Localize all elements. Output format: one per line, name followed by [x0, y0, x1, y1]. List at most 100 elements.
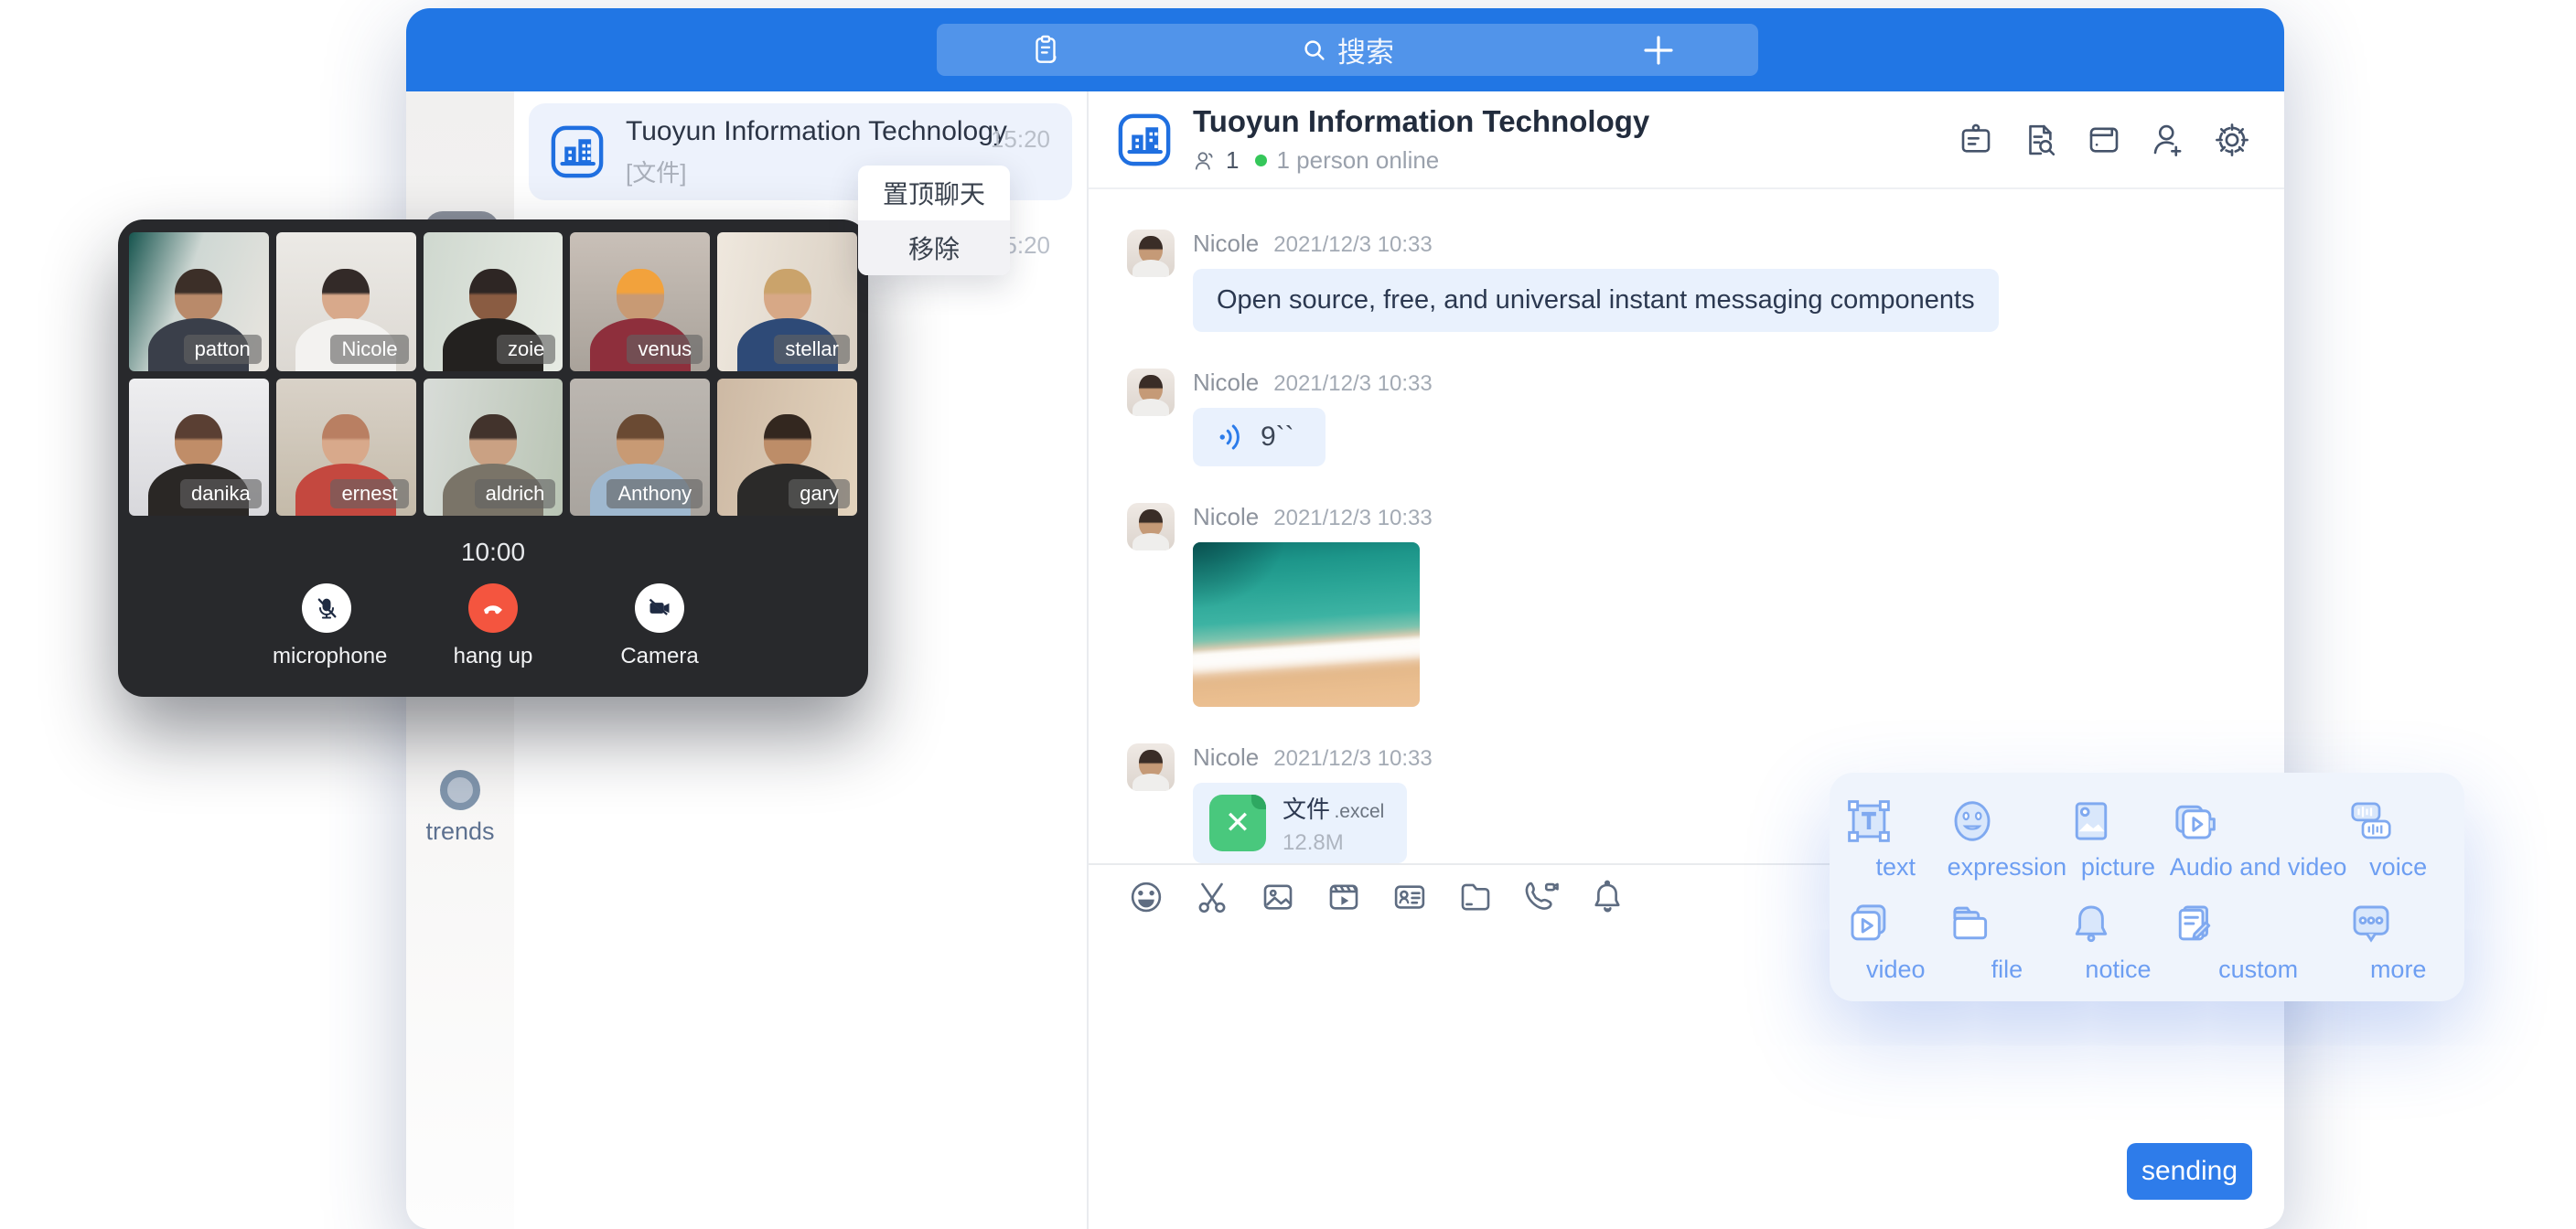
conversation-title: Tuoyun Information Technology — [626, 116, 1007, 147]
online-status: 1 person online — [1276, 146, 1439, 175]
file-extension: .excel — [1334, 801, 1384, 822]
group-file-icon[interactable] — [2085, 121, 2123, 159]
conversation-context-menu: 置顶聊天 移除 — [858, 166, 1010, 275]
message-time: 2021/12/3 10:33 — [1273, 371, 1433, 397]
trends-label: trends — [406, 818, 514, 846]
participant-tile: danika — [129, 379, 269, 516]
group-call-window: patton Nicole zoie venus stellar danika … — [118, 219, 868, 697]
members-icon — [1193, 149, 1217, 173]
menu-item-remove[interactable]: 移除 — [858, 220, 1010, 275]
video-call-icon[interactable] — [1522, 878, 1561, 916]
text-icon — [1844, 796, 1948, 846]
chat-header: Tuoyun Information Technology 1 1 person… — [1089, 91, 2284, 189]
chat-history-search-icon[interactable] — [2021, 121, 2059, 159]
popup-item-notice[interactable]: notice — [2066, 899, 2170, 1001]
picture-icon — [2066, 796, 2170, 846]
participant-tile: stellar — [717, 232, 857, 371]
call-timer: 10:00 — [129, 538, 857, 567]
file-name: 文件 — [1283, 796, 1330, 823]
sender-name: Nicole — [1193, 230, 1259, 258]
emoji-icon[interactable] — [1127, 878, 1165, 916]
sender-name: Nicole — [1193, 503, 1259, 531]
camera-muted-icon — [647, 595, 672, 621]
message-type-popup: text expression picture — [1830, 773, 2464, 1001]
participant-tile: zoie — [424, 232, 564, 371]
participant-name: aldrich — [475, 479, 556, 508]
notice-icon — [2066, 899, 2170, 948]
voice-duration: 9`` — [1261, 422, 1294, 453]
more-icon — [2346, 899, 2450, 948]
text-bubble[interactable]: Open source, free, and universal instant… — [1193, 269, 1999, 332]
message-image: Nicole 2021/12/3 10:33 — [1127, 503, 2284, 707]
audio-video-icon — [2170, 796, 2347, 846]
sender-name: Nicole — [1193, 369, 1259, 397]
sender-avatar[interactable] — [1127, 230, 1175, 277]
popup-item-voice[interactable]: voice — [2346, 796, 2450, 899]
add-member-icon[interactable] — [2149, 121, 2187, 159]
participant-tile: aldrich — [424, 379, 564, 516]
chat-panel: Tuoyun Information Technology 1 1 person… — [1089, 91, 2284, 1229]
settings-gear-icon[interactable] — [2213, 121, 2251, 159]
member-count: 1 — [1226, 146, 1239, 175]
notice-bell-icon[interactable] — [1588, 878, 1626, 916]
send-button[interactable]: sending — [2127, 1143, 2252, 1200]
excel-file-icon: ✕ — [1209, 795, 1266, 851]
participant-tile: patton — [129, 232, 269, 371]
custom-icon — [2170, 899, 2347, 948]
message-text: Nicole 2021/12/3 10:33 Open source, free… — [1127, 230, 2284, 332]
participant-tile: ernest — [276, 379, 416, 516]
add-button[interactable] — [1639, 31, 1678, 69]
screenshot-scissors-icon[interactable] — [1193, 878, 1231, 916]
popup-item-expression[interactable]: expression — [1948, 796, 2067, 899]
message-time: 2021/12/3 10:33 — [1273, 232, 1433, 258]
voice-wave-icon — [1215, 421, 1248, 454]
voice-bubble[interactable]: 9`` — [1193, 408, 1326, 466]
sidebar-item-trends[interactable]: trends — [406, 770, 514, 846]
mic-muted-icon — [314, 595, 339, 621]
sender-avatar[interactable] — [1127, 743, 1175, 791]
picture-icon[interactable] — [1259, 878, 1297, 916]
popup-item-more[interactable]: more — [2346, 899, 2450, 1001]
camera-toggle[interactable]: Camera — [606, 583, 714, 669]
popup-item-file[interactable]: file — [1948, 899, 2067, 1001]
search-bar[interactable]: 搜索 — [937, 24, 1758, 76]
sender-avatar[interactable] — [1127, 369, 1175, 416]
search-placeholder: 搜索 — [1337, 29, 1394, 70]
popup-item-picture[interactable]: picture — [2066, 796, 2170, 899]
assistant-clipboard-icon[interactable] — [1028, 33, 1063, 68]
image-attachment-beach[interactable] — [1193, 542, 1420, 707]
popup-item-video[interactable]: video — [1844, 899, 1948, 1001]
voice-icon — [2346, 796, 2450, 846]
menu-item-pin-chat[interactable]: 置顶聊天 — [858, 166, 1010, 220]
participant-name: Anthony — [606, 479, 703, 508]
conversation-time: 15:20 — [991, 125, 1050, 154]
hang-up-icon — [479, 594, 507, 622]
participant-tile: Anthony — [570, 379, 710, 516]
participant-tile: gary — [717, 379, 857, 516]
control-label: microphone — [273, 644, 381, 669]
sender-avatar[interactable] — [1127, 503, 1175, 550]
file-attachment[interactable]: ✕ 文件 .excel 12.8M — [1193, 783, 1407, 863]
participant-name: venus — [627, 335, 703, 364]
search-icon — [1301, 37, 1328, 64]
group-notice-icon[interactable] — [1957, 121, 1995, 159]
video-clip-icon[interactable] — [1325, 878, 1363, 916]
hang-up-button[interactable]: hang up — [439, 583, 547, 669]
file-folder-icon[interactable] — [1456, 878, 1495, 916]
popup-item-text[interactable]: text — [1844, 796, 1948, 899]
participant-name: danika — [180, 479, 262, 508]
microphone-toggle[interactable]: microphone — [273, 583, 381, 669]
contact-card-icon[interactable] — [1390, 878, 1429, 916]
participant-tile: Nicole — [276, 232, 416, 371]
expression-icon — [1948, 796, 2067, 846]
online-dot — [1255, 155, 1267, 166]
control-label: Camera — [606, 644, 714, 669]
popup-item-custom[interactable]: custom — [2170, 899, 2347, 1001]
file-size: 12.8M — [1283, 830, 1384, 856]
company-avatar-icon — [1114, 110, 1175, 170]
video-icon — [1844, 899, 1948, 948]
chat-title: Tuoyun Information Technology — [1193, 104, 1649, 139]
file-icon — [1948, 899, 2067, 948]
sender-name: Nicole — [1193, 743, 1259, 772]
popup-item-audio-video[interactable]: Audio and video — [2170, 796, 2347, 899]
